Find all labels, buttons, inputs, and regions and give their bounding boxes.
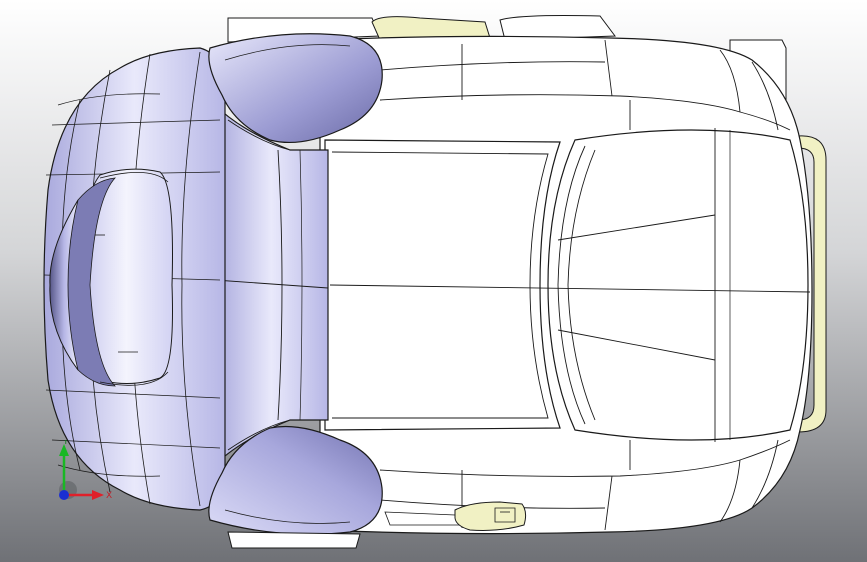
bottom-foot-plate[interactable]	[227, 531, 361, 549]
seat-back[interactable]	[214, 103, 329, 467]
roof-panel[interactable]	[547, 128, 809, 442]
3d-model-view[interactable]	[0, 0, 867, 562]
triad-x-label: X	[106, 491, 112, 501]
graphics-viewport[interactable]: Y X	[0, 0, 867, 562]
triad-y-label: Y	[62, 440, 69, 447]
triad-x-arrowhead	[92, 490, 104, 500]
coordinate-triad: Y X	[59, 440, 112, 501]
triad-z-axis	[59, 490, 69, 500]
